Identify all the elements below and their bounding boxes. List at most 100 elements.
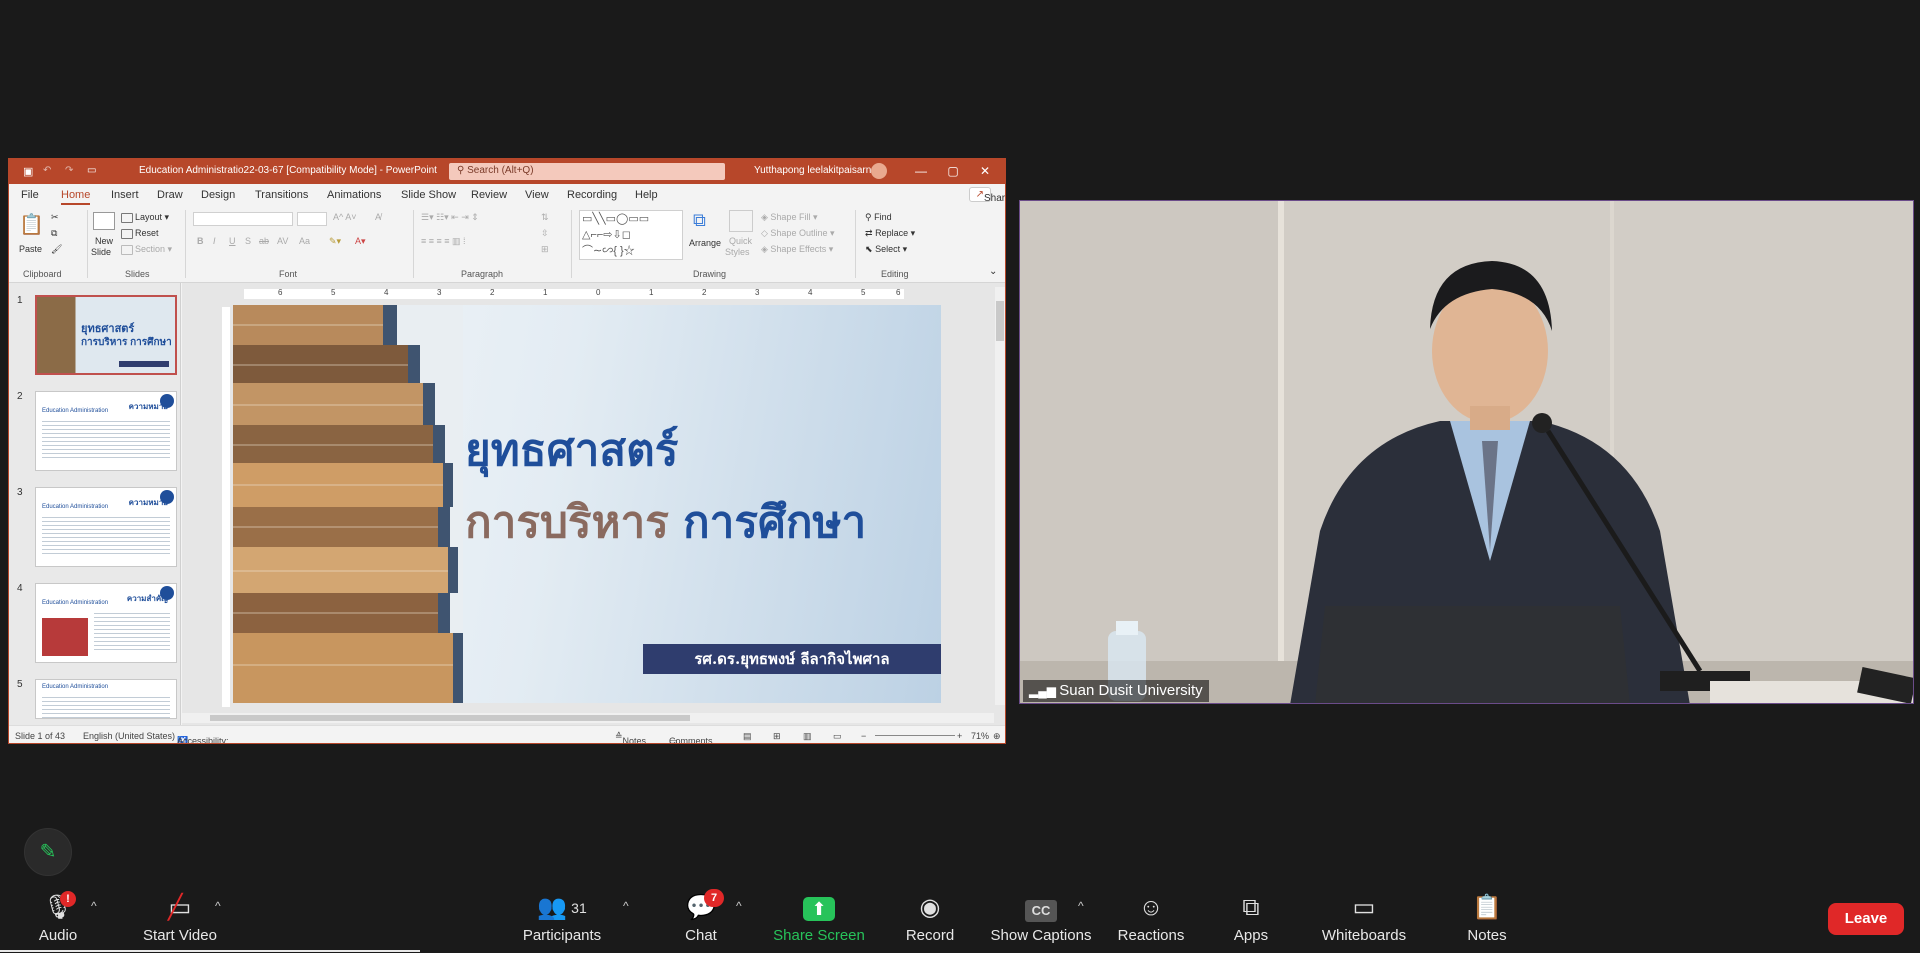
new-slide-icon[interactable] — [93, 212, 115, 230]
slide-title-line2b[interactable]: การศึกษา — [683, 487, 866, 557]
char-spacing-icon[interactable]: AV — [277, 236, 288, 246]
tab-insert[interactable]: Insert — [111, 189, 139, 201]
participant-video[interactable] — [1019, 200, 1914, 704]
arrange-icon[interactable]: ⧉ — [693, 210, 706, 231]
quick-styles-icon[interactable] — [729, 210, 753, 232]
zoom-slider[interactable] — [875, 735, 955, 736]
bullets-icon[interactable]: ☰▾ ☷▾ ⇤ ⇥ ⇕ — [421, 212, 479, 223]
show-captions-button[interactable]: CC Show Captions — [988, 883, 1094, 953]
tab-slide-show[interactable]: Slide Show — [401, 189, 456, 201]
clear-format-icon[interactable]: A̸ — [375, 212, 381, 222]
participants-options-caret[interactable]: ^ — [623, 899, 629, 913]
tab-review[interactable]: Review — [471, 189, 507, 201]
close-icon[interactable]: ✕ — [975, 162, 995, 180]
vertical-scrollbar[interactable] — [995, 287, 1005, 705]
search-input[interactable]: ⚲ Search (Alt+Q) — [449, 163, 725, 180]
audio-button[interactable]: 🎙 Audio ! — [28, 883, 88, 953]
collapse-ribbon-icon[interactable]: ⌄ — [989, 266, 997, 277]
language-indicator[interactable]: English (United States) — [83, 731, 175, 741]
tab-help[interactable]: Help — [635, 189, 658, 201]
shape-outline-button[interactable]: ◇ Shape Outline ▾ — [761, 228, 835, 239]
tab-view[interactable]: View — [525, 189, 549, 201]
select-button[interactable]: ⬉ Select ▾ — [865, 244, 907, 255]
tab-transitions[interactable]: Transitions — [255, 189, 308, 201]
save-icon[interactable]: ▣ — [23, 165, 33, 178]
fit-slide-icon[interactable]: ⊕ — [993, 731, 1001, 742]
quick-styles-button-2[interactable]: Styles — [725, 247, 750, 257]
shadow-icon[interactable]: S — [245, 236, 251, 246]
new-slide-button[interactable]: New — [95, 236, 113, 246]
format-painter-icon[interactable]: 🖌 — [51, 244, 62, 255]
underline-icon[interactable]: U — [229, 236, 236, 246]
participants-button[interactable]: 👥 31 Participants — [516, 883, 608, 953]
notes-button[interactable]: 📋 Notes — [1462, 883, 1512, 953]
scroll-thumb[interactable] — [210, 715, 690, 721]
font-grow-icon[interactable]: A^ A˅ — [333, 212, 357, 222]
chat-options-caret[interactable]: ^ — [736, 899, 742, 913]
normal-view-icon[interactable]: ▤ — [743, 731, 752, 742]
share-button[interactable]: ↗ Share — [968, 187, 1005, 204]
section-button[interactable]: Section ▾ — [121, 244, 172, 255]
audio-options-caret[interactable]: ^ — [91, 899, 97, 913]
slideshow-icon[interactable]: ▭ — [833, 731, 842, 742]
replace-button[interactable]: ⇄ Replace ▾ — [865, 228, 915, 239]
font-size-input[interactable] — [297, 212, 327, 226]
font-name-input[interactable] — [193, 212, 293, 226]
strikethrough-icon[interactable]: ab — [259, 236, 269, 246]
record-button[interactable]: ◉ Record — [900, 883, 960, 953]
tab-file[interactable]: File — [21, 189, 39, 201]
align-text-icon[interactable]: ⇳ — [541, 228, 549, 239]
start-video-button[interactable]: ▭ ╱ Start Video — [130, 883, 230, 953]
highlight-icon[interactable]: ✎▾ — [329, 236, 341, 247]
slide-canvas[interactable]: ยุทธศาสตร์ การบริหาร การศึกษา รศ.ดร.ยุทธ… — [233, 305, 941, 703]
text-direction-icon[interactable]: ⇅ — [541, 212, 549, 223]
slide-title-line2a[interactable]: การบริหาร — [465, 487, 669, 557]
video-options-caret[interactable]: ^ — [215, 899, 221, 913]
minimize-icon[interactable]: — — [911, 162, 931, 180]
find-button[interactable]: ⚲ Find — [865, 212, 892, 223]
chat-button[interactable]: 💬 Chat 7 — [676, 883, 726, 953]
tab-recording[interactable]: Recording — [567, 189, 617, 201]
tab-design[interactable]: Design — [201, 189, 235, 201]
layout-button[interactable]: Layout ▾ — [121, 212, 169, 223]
slide-thumb-1[interactable]: ยุทธศาสตร์ การบริหาร การศึกษา — [35, 295, 177, 375]
tab-animations[interactable]: Animations — [327, 189, 381, 201]
share-screen-button[interactable]: ⬆ Share Screen — [772, 883, 866, 953]
present-icon[interactable]: ▭ — [87, 165, 96, 176]
quick-styles-button[interactable]: Quick — [729, 236, 752, 246]
shape-fill-button[interactable]: ◈ Shape Fill ▾ — [761, 212, 817, 223]
horizontal-scrollbar[interactable] — [182, 713, 994, 723]
leave-button[interactable]: Leave — [1828, 903, 1904, 935]
smartart-icon[interactable]: ⊞ — [541, 244, 549, 255]
tab-home[interactable]: Home — [61, 189, 91, 205]
maximize-icon[interactable]: ▢ — [943, 162, 963, 180]
reading-view-icon[interactable]: ▥ — [803, 731, 812, 742]
annotate-button[interactable]: ✎ — [24, 828, 72, 876]
font-color-icon[interactable]: A▾ — [355, 236, 366, 247]
italic-icon[interactable]: I — [213, 236, 216, 246]
bold-icon[interactable]: B — [197, 236, 204, 246]
slide-thumb-4[interactable]: ความสำคัญ Education Administration — [35, 583, 177, 663]
slides-panel[interactable]: 1 ยุทธศาสตร์ การบริหาร การศึกษา 2 ความหม… — [9, 283, 181, 725]
scroll-thumb[interactable] — [996, 301, 1004, 341]
slide-thumb-2[interactable]: ความหมาย Education Administration — [35, 391, 177, 471]
reset-button[interactable]: Reset — [121, 228, 159, 239]
slide-editor[interactable]: 6 5 4 3 2 1 0 1 2 3 4 5 6 ยุทธศาสตร์ การ… — [182, 283, 1005, 725]
cut-icon[interactable]: ✂ — [51, 212, 59, 223]
paste-icon[interactable]: 📋 — [19, 212, 44, 237]
copy-icon[interactable]: ⧉ — [51, 228, 57, 239]
align-icons[interactable]: ≡ ≡ ≡ ≡ ▥ ⁞ — [421, 236, 466, 247]
new-slide-button-2[interactable]: Slide — [91, 247, 111, 257]
slide-title-line1[interactable]: ยุทธศาสตร์ — [465, 415, 678, 485]
avatar[interactable] — [871, 163, 887, 179]
whiteboards-button[interactable]: ▭ Whiteboards — [1316, 883, 1412, 953]
apps-button[interactable]: ⧉ Apps — [1226, 883, 1276, 953]
redo-icon[interactable]: ↷ — [65, 165, 73, 176]
tab-draw[interactable]: Draw — [157, 189, 183, 201]
reactions-button[interactable]: ☺ Reactions — [1116, 883, 1186, 953]
arrange-button[interactable]: Arrange — [689, 238, 721, 248]
paste-button[interactable]: Paste — [19, 244, 42, 254]
change-case-icon[interactable]: Aa — [299, 236, 310, 246]
undo-icon[interactable]: ↶ — [43, 165, 51, 176]
slide-thumb-3[interactable]: ความหมาย Education Administration — [35, 487, 177, 567]
